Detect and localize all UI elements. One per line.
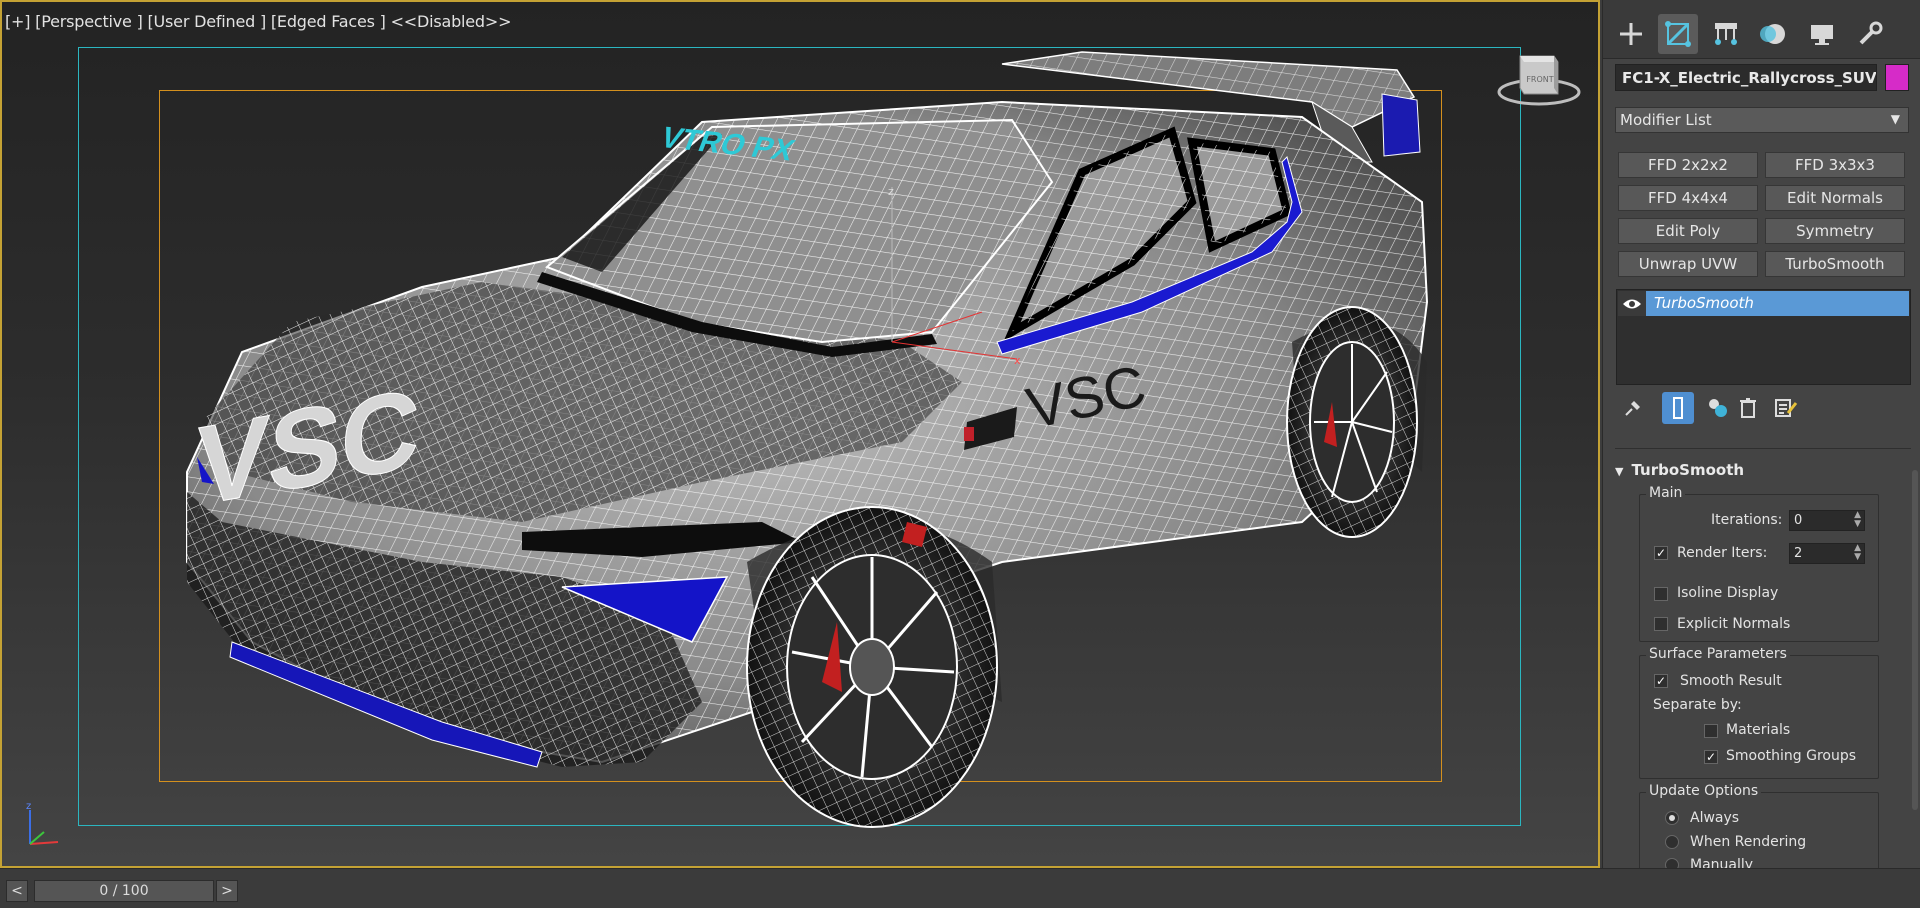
car-wireframe-model[interactable]: VSC VSC VTRO PX z x [2, 2, 1600, 868]
previous-frame-button[interactable]: < [6, 880, 28, 902]
ffd-2x2x2-button[interactable]: FFD 2x2x2 [1618, 152, 1758, 178]
explicit-normals-label: Explicit Normals [1677, 616, 1791, 632]
render-iters-label: Render Iters: [1677, 545, 1768, 561]
world-axis-tripod-icon: z [26, 802, 59, 845]
update-options-title: Update Options [1646, 783, 1762, 799]
modifier-stack: TurboSmooth [1616, 289, 1911, 385]
remove-modifier-icon[interactable] [1732, 392, 1764, 424]
render-iters-checkbox[interactable]: ✓ [1654, 546, 1668, 560]
command-panel: FC1-X_Electric_Rallycross_SUV_C Modifier… [1602, 0, 1920, 868]
spinner-arrows-icon: ▲ ▼ [1854, 543, 1861, 562]
object-name-field[interactable]: FC1-X_Electric_Rallycross_SUV_C [1615, 64, 1877, 91]
isoline-display-label: Isoline Display [1677, 585, 1779, 601]
configure-modifier-sets-icon[interactable] [1770, 392, 1802, 424]
when-rendering-radio[interactable] [1665, 835, 1679, 849]
command-panel-tabs [1603, 0, 1920, 59]
isoline-display-checkbox[interactable] [1654, 587, 1668, 601]
modify-icon[interactable] [1658, 14, 1698, 54]
modifier-list-label: Modifier List [1620, 111, 1712, 129]
edit-poly-button[interactable]: Edit Poly [1618, 218, 1758, 244]
pin-stack-icon[interactable] [1617, 392, 1649, 424]
manually-label: Manually [1690, 857, 1754, 868]
object-color-swatch[interactable] [1885, 64, 1909, 91]
materials-label: Materials [1726, 722, 1791, 738]
ffd-4x4x4-button[interactable]: FFD 4x4x4 [1618, 185, 1758, 211]
next-frame-button[interactable]: > [216, 880, 238, 902]
collapse-triangle-icon: ▼ [1615, 465, 1624, 478]
modifier-list-dropdown[interactable]: Modifier List ▼ [1615, 107, 1909, 133]
utilities-icon[interactable] [1850, 14, 1890, 54]
svg-text:FRONT: FRONT [1526, 75, 1553, 84]
perspective-viewport[interactable]: VSC VSC VTRO PX z x [+] [Perspective] [… [0, 0, 1600, 868]
turbosmooth-button[interactable]: TurboSmooth [1765, 251, 1905, 277]
edit-normals-button[interactable]: Edit Normals [1765, 185, 1905, 211]
command-panel-scrollbar[interactable] [1912, 470, 1918, 810]
when-rendering-label: When Rendering [1690, 834, 1807, 850]
stack-toolbar [1617, 392, 1907, 424]
rollout-divider [1615, 448, 1911, 449]
stack-item-label: TurboSmooth [1654, 294, 1754, 312]
ffd-3x3x3-button[interactable]: FFD 3x3x3 [1765, 152, 1905, 178]
show-end-result-icon[interactable] [1662, 392, 1694, 424]
update-options-group: Update Options [1639, 783, 1879, 868]
symmetry-button[interactable]: Symmetry [1765, 218, 1905, 244]
main-group-title: Main [1646, 485, 1686, 501]
smoothing-groups-checkbox[interactable]: ✓ [1704, 750, 1718, 764]
chevron-down-icon: ▼ [1890, 112, 1900, 126]
always-label: Always [1690, 810, 1740, 826]
stack-item-turbosmooth[interactable]: TurboSmooth [1618, 291, 1909, 316]
eye-icon[interactable] [1618, 291, 1646, 316]
hierarchy-icon[interactable] [1706, 14, 1746, 54]
separate-by-label: Separate by: [1653, 697, 1742, 713]
materials-checkbox[interactable] [1704, 724, 1718, 738]
smooth-result-checkbox[interactable]: ✓ [1654, 674, 1668, 688]
iterations-spinner[interactable]: 0 ▲ ▼ [1789, 510, 1865, 531]
svg-text:x: x [1014, 354, 1021, 367]
svg-text:z: z [26, 802, 31, 812]
surface-parameters-title: Surface Parameters [1646, 646, 1790, 662]
motion-icon[interactable] [1754, 14, 1794, 54]
smooth-result-label: Smooth Result [1680, 673, 1782, 689]
smoothing-groups-label: Smoothing Groups [1726, 748, 1857, 764]
spinner-arrows-icon: ▲ ▼ [1854, 510, 1861, 529]
make-unique-icon[interactable] [1702, 392, 1734, 424]
time-slider[interactable]: 0 / 100 [34, 880, 214, 902]
always-radio[interactable] [1665, 811, 1679, 825]
iterations-label: Iterations: [1711, 512, 1783, 528]
create-icon[interactable] [1611, 14, 1651, 54]
time-slider-bar: < 0 / 100 > [0, 868, 1920, 908]
explicit-normals-checkbox[interactable] [1654, 617, 1668, 631]
svg-text:z: z [888, 185, 894, 198]
manually-radio[interactable] [1665, 858, 1679, 868]
display-icon[interactable] [1802, 14, 1842, 54]
unwrap-uvw-button[interactable]: Unwrap UVW [1618, 251, 1758, 277]
render-iters-spinner[interactable]: 2 ▲ ▼ [1789, 543, 1865, 564]
viewport-label-menu[interactable]: [+] [Perspective ] [User Defined ] [Edge… [5, 12, 512, 31]
viewcube-icon[interactable]: FRONT [1496, 48, 1582, 108]
turbosmooth-rollout-header[interactable]: ▼ TurboSmooth [1615, 461, 1744, 479]
